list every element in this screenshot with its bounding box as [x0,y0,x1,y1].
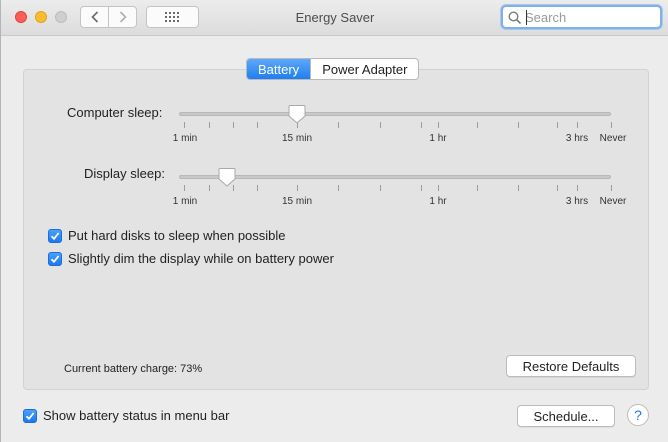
dim-display-label: Slightly dim the display while on batter… [68,251,334,266]
slider-tick [518,122,519,128]
slider-tick [338,185,339,191]
slider-tick [209,185,210,191]
slider-tick-label: 15 min [281,196,313,207]
checkmark-icon [50,231,60,240]
slider-tick [477,185,478,191]
energy-saver-window: Energy Saver Battery Power Adapter Compu… [0,0,668,442]
search-field[interactable] [501,5,662,29]
show-battery-status-row[interactable]: Show battery status in menu bar [23,408,229,423]
back-button[interactable] [81,7,108,27]
slider-tick [338,122,339,128]
checkmark-icon [50,254,60,263]
hard-disk-sleep-checkbox-row[interactable]: Put hard disks to sleep when possible [48,228,286,243]
text-cursor [526,10,527,25]
slider-tick [380,122,381,128]
slider-tick-label: 1 hr [429,196,447,207]
slider-tick [297,185,298,191]
dim-display-checkbox-row[interactable]: Slightly dim the display while on batter… [48,251,334,266]
minimize-window-button[interactable] [35,11,47,23]
power-source-tabs: Battery Power Adapter [246,58,420,80]
close-window-button[interactable] [15,11,27,23]
checkmark-icon [25,411,35,420]
slider-tick [257,185,258,191]
slider-tick-label: 3 hrs [565,196,589,207]
slider-tick [184,185,185,191]
slider-tick [209,122,210,128]
slider-tick [380,185,381,191]
navigation-buttons [80,6,137,28]
slider-tick [611,185,612,191]
computer-sleep-label: Computer sleep: [67,105,163,120]
schedule-button[interactable]: Schedule... [517,405,615,427]
slider-tick [611,122,612,128]
tab-power-adapter[interactable]: Power Adapter [310,59,418,79]
show-battery-status-checkbox[interactable] [23,408,37,423]
slider-tick [518,185,519,191]
slider-tick [577,122,578,128]
slider-tick-label: Never [599,133,627,144]
slider-track[interactable] [179,175,611,179]
battery-charge-status: Current battery charge: 73% [64,363,203,375]
slider-tick [438,185,439,191]
slider-tick-label: Never [599,196,627,207]
chevron-left-icon [90,11,98,23]
slider-tick-label: 1 min [172,196,198,207]
slider-tick [477,122,478,128]
show-all-button[interactable] [146,6,199,28]
slider-tick [421,185,422,191]
slider-tick-label: 1 hr [429,133,447,144]
display-sleep-label: Display sleep: [84,166,165,181]
slider-tick-label: 1 min [172,133,198,144]
forward-button[interactable] [108,7,136,27]
tab-battery[interactable]: Battery [247,59,311,79]
help-button[interactable]: ? [627,404,649,426]
slider-tick [557,122,558,128]
slider-tick [557,185,558,191]
zoom-window-button [55,11,67,23]
hard-disk-sleep-label: Put hard disks to sleep when possible [68,228,286,243]
slider-tick [257,122,258,128]
slider-tick [577,185,578,191]
restore-defaults-button[interactable]: Restore Defaults [506,355,636,377]
slider-track[interactable] [179,112,611,116]
toolbar: Energy Saver [1,0,668,36]
search-icon [508,11,522,25]
search-input[interactable] [525,9,655,25]
slider-tick [421,122,422,128]
show-battery-status-label: Show battery status in menu bar [43,408,230,423]
hard-disk-sleep-checkbox[interactable] [48,228,62,243]
slider-tick [438,122,439,128]
slider-tick [184,122,185,128]
slider-thumb[interactable] [288,104,306,124]
slider-tick [233,122,234,128]
slider-tick-label: 15 min [281,133,313,144]
slider-tick-label: 3 hrs [565,133,589,144]
dim-display-checkbox[interactable] [48,251,62,266]
help-icon: ? [634,407,642,423]
slider-thumb[interactable] [218,167,236,187]
grid-icon [164,12,179,22]
chevron-right-icon [119,11,127,23]
